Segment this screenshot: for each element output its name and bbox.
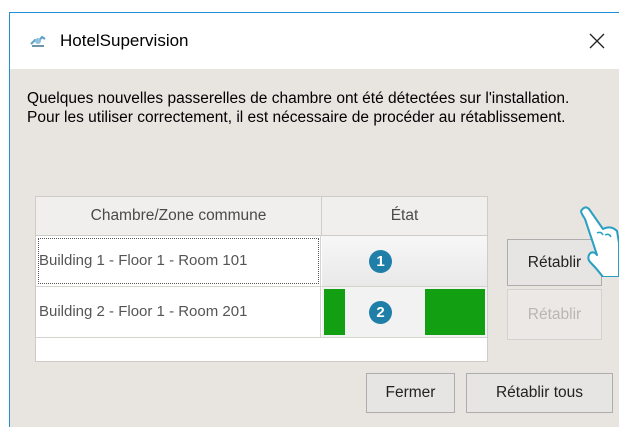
pointing-hand-icon — [580, 206, 619, 277]
room-cell[interactable]: Building 1 - Floor 1 - Room 101 — [36, 236, 321, 286]
info-message: Quelques nouvelles passerelles de chambr… — [27, 89, 597, 127]
message-line-1: Quelques nouvelles passerelles de chambr… — [27, 90, 570, 107]
dialog-content: Quelques nouvelles passerelles de chambr… — [10, 69, 619, 428]
column-header-state[interactable]: État — [322, 197, 487, 235]
window-title: HotelSupervision — [60, 31, 189, 50]
callout-badge-1: 1 — [369, 250, 392, 273]
progress-segment — [425, 289, 485, 335]
message-line-2: Pour les utiliser correctement, il est n… — [27, 109, 566, 126]
gateway-table: Chambre/Zone commune État Building 1 - F… — [35, 196, 488, 362]
progress-segment — [324, 289, 345, 335]
close-icon — [589, 33, 605, 49]
dialog-window: HotelSupervision Quelques nouvelles pass… — [9, 12, 619, 427]
close-button[interactable] — [575, 21, 619, 61]
column-header-room[interactable]: Chambre/Zone commune — [36, 197, 322, 235]
room-cell[interactable]: Building 2 - Floor 1 - Room 201 — [36, 287, 321, 337]
close-dialog-button[interactable]: Fermer — [366, 373, 455, 413]
state-cell: 1 — [322, 236, 487, 286]
callout-badge-2: 2 — [369, 301, 392, 324]
restore-row-2-button[interactable]: Rétablir — [507, 289, 602, 340]
title-bar[interactable]: HotelSupervision — [10, 13, 619, 69]
hotel-supervision-app-icon — [29, 33, 47, 49]
restore-all-button[interactable]: Rétablir tous — [466, 373, 613, 413]
state-cell: 2 — [322, 287, 487, 337]
table-row[interactable]: Building 2 - Floor 1 - Room 201 2 — [36, 287, 487, 338]
table-row[interactable]: Building 1 - Floor 1 - Room 101 1 — [36, 236, 487, 287]
table-header: Chambre/Zone commune État — [36, 197, 487, 236]
